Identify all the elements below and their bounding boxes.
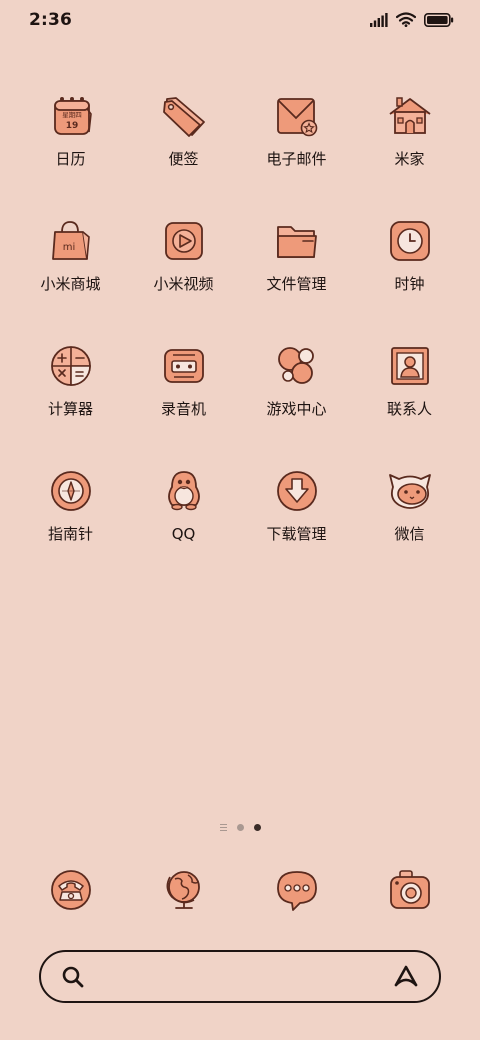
app-label: 指南针 [47,525,93,543]
contact-icon [390,347,429,385]
app-label: 米家 [394,150,425,168]
dock-camera[interactable] [353,866,466,914]
app-label: 下载管理 [266,525,327,543]
dock [14,866,466,914]
app-compass[interactable]: 指南针 [14,467,127,549]
search-icon[interactable] [61,965,85,989]
game-center-icon [277,347,314,384]
home-icon [388,97,431,134]
app-label: 便签 [168,150,199,168]
app-qq[interactable]: QQ [127,467,240,549]
app-grid: 星期四 19 日历 便签 电子邮件 米家 mi 小米商城 小米视频 文件管理 时… [14,92,466,549]
app-mi-video[interactable]: 小米视频 [127,217,240,299]
video-play-icon [164,222,203,260]
clock-icon [389,221,430,261]
app-calculator[interactable]: 计算器 [14,342,127,424]
page-indicator-list-icon [219,824,227,831]
app-downloads[interactable]: 下载管理 [240,467,353,549]
compass-icon [50,471,91,511]
recorder-icon [163,349,204,383]
app-calendar[interactable]: 星期四 19 日历 [14,92,127,174]
app-recorder[interactable]: 录音机 [127,342,240,424]
calendar-day: 19 [65,121,78,131]
mail-icon [276,98,317,137]
phone-icon [50,870,91,910]
signal-icon [370,12,388,27]
folder-icon [276,226,317,258]
dock-messages[interactable] [240,866,353,914]
app-email[interactable]: 电子邮件 [240,92,353,174]
calculator-icon [50,346,91,386]
dock-phone[interactable] [14,866,127,914]
app-mi-store[interactable]: mi 小米商城 [14,217,127,299]
app-label: 录音机 [160,400,206,418]
status-icons [370,12,454,27]
shopping-bag-icon: mi [51,221,90,260]
browser-globe-icon [166,871,200,909]
camera-icon [389,870,430,909]
app-wechat[interactable]: 微信 [353,467,466,549]
app-label: QQ [171,525,196,543]
messages-icon [276,871,317,911]
search-bar[interactable] [39,950,441,1003]
search-input[interactable] [101,962,369,994]
calendar-weekday: 星期四 [62,111,82,119]
app-file-manager[interactable]: 文件管理 [240,217,353,299]
status-time: 2:36 [29,10,73,30]
app-label: 时钟 [394,275,425,293]
app-label: 日历 [55,150,86,168]
calendar-icon: 星期四 19 [53,97,92,135]
app-clock[interactable]: 时钟 [353,217,466,299]
notes-tag-icon [162,97,205,137]
app-label: 小米商城 [40,275,101,293]
battery-icon [424,12,454,27]
app-label: 小米视频 [153,275,214,293]
app-mi-home[interactable]: 米家 [353,92,466,174]
assistant-icon[interactable] [393,964,419,988]
qq-penguin-icon [167,471,200,511]
page-indicator[interactable] [0,824,480,831]
wechat-icon [388,474,431,509]
app-label: 计算器 [47,400,93,418]
page-dot-active [253,824,261,831]
app-label: 文件管理 [266,275,327,293]
page-dot [236,824,244,831]
app-label: 电子邮件 [266,150,327,168]
app-label: 微信 [394,525,425,543]
app-label: 游戏中心 [266,400,327,418]
store-badge: mi [62,242,75,253]
dock-browser[interactable] [127,866,240,914]
status-bar: 2:36 [0,0,480,40]
app-contacts[interactable]: 联系人 [353,342,466,424]
wifi-icon [396,12,416,27]
app-label: 联系人 [386,400,432,418]
app-notes[interactable]: 便签 [127,92,240,174]
download-icon [276,471,317,511]
app-game-center[interactable]: 游戏中心 [240,342,353,424]
